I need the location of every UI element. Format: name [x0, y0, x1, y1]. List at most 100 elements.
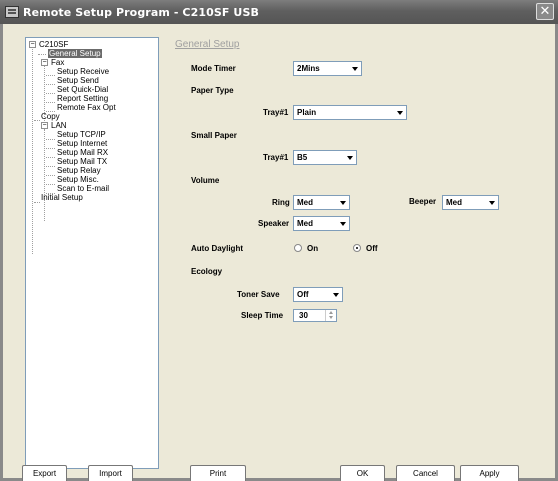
tree-line	[38, 54, 46, 55]
ok-button[interactable]: OK	[340, 465, 385, 481]
window-title: Remote Setup Program - C210SF USB	[23, 5, 259, 19]
apply-button[interactable]: Apply	[460, 465, 519, 481]
tree-item-label: Setup Misc.	[57, 175, 99, 184]
tree-item-set-quick-dial[interactable]: Set Quick-Dial	[57, 85, 108, 94]
tree-item-label: Set Quick-Dial	[57, 85, 109, 94]
tree-item-lan[interactable]: LAN	[51, 121, 67, 130]
small-paper-tray-label: Tray#1	[263, 153, 289, 162]
close-button[interactable]: ✕	[536, 3, 554, 20]
collapse-icon[interactable]: −	[29, 41, 36, 48]
tree-item-label: General Setup	[48, 49, 102, 58]
spinner-arrows-icon[interactable]	[325, 310, 336, 321]
tree-line	[34, 120, 40, 121]
collapse-icon[interactable]: −	[41, 122, 48, 129]
tree-item-setup-send[interactable]: Setup Send	[57, 76, 99, 85]
print-button[interactable]: Print	[190, 465, 246, 481]
chevron-down-icon[interactable]	[330, 289, 341, 300]
chevron-down-icon[interactable]	[486, 197, 497, 208]
close-icon: ✕	[539, 4, 551, 19]
title-bar[interactable]: Remote Setup Program - C210SF USB ✕	[0, 0, 558, 24]
auto-daylight-label: Auto Daylight	[191, 244, 243, 253]
tree-item-setup-relay[interactable]: Setup Relay	[57, 166, 101, 175]
sleep-time-spinner[interactable]: 30	[293, 309, 337, 322]
tree-item-copy[interactable]: Copy	[41, 112, 60, 121]
sleep-time-label: Sleep Time	[241, 311, 284, 320]
export-button[interactable]: Export	[22, 465, 67, 481]
tree-item-fax[interactable]: Fax	[51, 58, 64, 67]
tree-item-label: Copy	[41, 112, 60, 121]
main-window: Remote Setup Program - C210SF USB ✕ − C2…	[0, 0, 558, 481]
tree-line	[46, 175, 55, 176]
tree-item-label: Setup Mail TX	[57, 157, 108, 166]
speaker-label: Speaker	[258, 219, 290, 228]
chevron-down-icon[interactable]	[344, 152, 355, 163]
ring-value: Med	[297, 198, 313, 207]
tree-item-setup-tcpip[interactable]: Setup TCP/IP	[57, 130, 106, 139]
tree-line	[46, 166, 55, 167]
tree-item-setup-misc[interactable]: Setup Misc.	[57, 175, 99, 184]
tree-line	[44, 129, 45, 221]
tree-line	[32, 47, 33, 254]
tree-item-setup-internet[interactable]: Setup Internet	[57, 139, 107, 148]
small-paper-select[interactable]: B5	[293, 150, 357, 165]
paper-type-select[interactable]: Plain	[293, 105, 407, 120]
radio-on-icon[interactable]	[353, 244, 361, 252]
tree-item-report-setting[interactable]: Report Setting	[57, 94, 108, 103]
paper-type-tray-label: Tray#1	[263, 108, 289, 117]
auto-daylight-off-label: Off	[366, 244, 378, 253]
ring-select[interactable]: Med	[293, 195, 350, 210]
tree-item-general-setup[interactable]: General Setup	[48, 49, 102, 58]
volume-label: Volume	[191, 176, 220, 185]
client-area: − C210SF General Setup − Fax Setup Recei…	[0, 24, 558, 481]
tree-item-label: Setup Internet	[57, 139, 108, 148]
beeper-label: Beeper	[409, 197, 437, 206]
tree-item-label: Remote Fax Opt	[57, 103, 116, 112]
tree-item-setup-mail-rx[interactable]: Setup Mail RX	[57, 148, 108, 157]
tree-item-label: Report Setting	[57, 94, 109, 103]
chevron-down-icon[interactable]	[337, 197, 348, 208]
tree-line	[46, 93, 55, 94]
auto-daylight-on-radio[interactable]: On	[294, 244, 318, 253]
mode-timer-value: 2Mins	[297, 64, 320, 73]
tree-line	[46, 148, 55, 149]
chevron-down-icon[interactable]	[337, 218, 348, 229]
paper-type-value: Plain	[297, 108, 317, 117]
radio-off-icon[interactable]	[294, 244, 302, 252]
ecology-label: Ecology	[191, 267, 223, 276]
tree-item-label: Setup TCP/IP	[57, 130, 106, 139]
auto-daylight-off-radio[interactable]: Off	[353, 244, 378, 253]
settings-tree[interactable]: − C210SF General Setup − Fax Setup Recei…	[25, 37, 159, 469]
tree-item-initial-setup[interactable]: Initial Setup	[41, 193, 83, 202]
tree-item-label: Setup Send	[57, 76, 99, 85]
tree-item-remote-fax-opt[interactable]: Remote Fax Opt	[57, 103, 116, 112]
speaker-value: Med	[297, 219, 313, 228]
beeper-select[interactable]: Med	[442, 195, 499, 210]
tree-item-label: LAN	[51, 121, 67, 130]
speaker-select[interactable]: Med	[293, 216, 350, 231]
tree-item-label: Setup Receive	[57, 67, 110, 76]
tree-line	[46, 157, 55, 158]
auto-daylight-on-label: On	[307, 244, 319, 253]
tree-line	[46, 75, 55, 76]
small-paper-value: B5	[297, 153, 308, 162]
tree-item-setup-mail-tx[interactable]: Setup Mail TX	[57, 157, 107, 166]
tree-item-label: Setup Mail RX	[57, 148, 109, 157]
tree-item-setup-receive[interactable]: Setup Receive	[57, 67, 109, 76]
chevron-down-icon[interactable]	[349, 63, 360, 74]
toner-save-label: Toner Save	[237, 290, 280, 299]
settings-panel: General Setup Mode Timer 2Mins Paper Typ…	[164, 37, 550, 469]
import-button[interactable]: Import	[88, 465, 133, 481]
tree-item-label: C210SF	[39, 40, 69, 49]
cancel-button[interactable]: Cancel	[396, 465, 455, 481]
tree-line	[34, 202, 40, 203]
chevron-down-icon[interactable]	[394, 107, 405, 118]
sleep-time-value: 30	[299, 311, 308, 320]
tree-line	[46, 84, 55, 85]
beeper-value: Med	[446, 198, 462, 207]
tree-item-c210sf[interactable]: C210SF	[39, 40, 68, 49]
toner-save-select[interactable]: Off	[293, 287, 343, 302]
mode-timer-select[interactable]: 2Mins	[293, 61, 362, 76]
page-title: General Setup	[175, 39, 240, 50]
collapse-icon[interactable]: −	[41, 59, 48, 66]
tree-item-scan-to-email[interactable]: Scan to E-mail	[57, 184, 109, 193]
